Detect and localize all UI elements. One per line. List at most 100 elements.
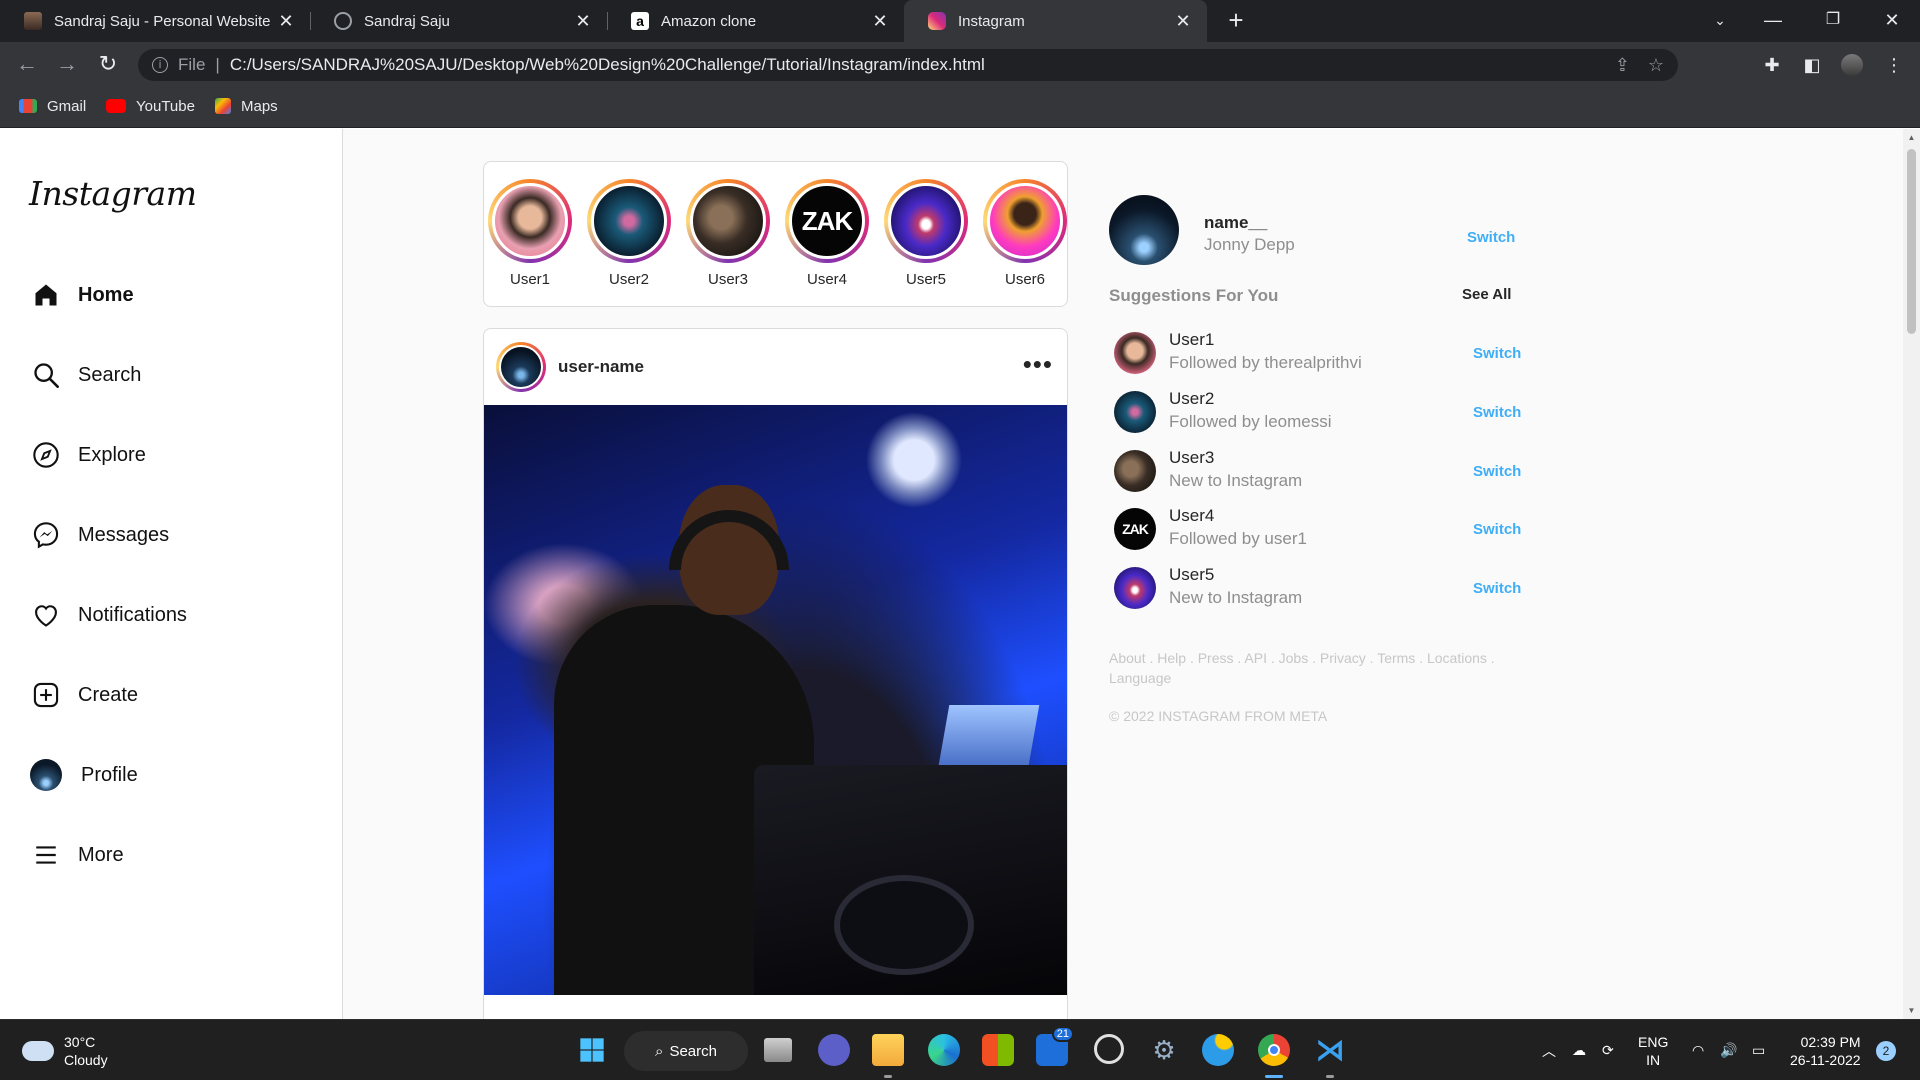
close-icon[interactable]: ✕ xyxy=(276,11,296,31)
chrome-icon[interactable] xyxy=(1258,1034,1290,1066)
profile-avatar[interactable] xyxy=(1838,51,1866,79)
clock[interactable]: 02:39 PM 26-11-2022 xyxy=(1790,1020,1861,1080)
youtube-icon xyxy=(106,99,126,113)
suggestion-name[interactable]: User1 xyxy=(1169,330,1214,350)
tab-personal-website[interactable]: Sandraj Saju - Personal Website ✕ xyxy=(0,0,311,42)
suggestion-row[interactable]: User3 New to Instagram Switch xyxy=(1114,445,1521,493)
tab-search-chevron-icon[interactable]: ⌄ xyxy=(1692,0,1748,42)
sidebar-item-explore[interactable]: Explore xyxy=(30,435,146,475)
task-view-icon[interactable] xyxy=(764,1038,792,1062)
bookmark-youtube[interactable]: YouTube xyxy=(106,88,195,124)
file-explorer-icon[interactable] xyxy=(872,1034,904,1066)
onedrive-cloud-icon[interactable]: ☁ xyxy=(1572,1020,1586,1080)
suggestion-switch-button[interactable]: Switch xyxy=(1473,404,1521,421)
battery-icon[interactable]: ▭ xyxy=(1752,1020,1765,1080)
scroll-down-arrow-icon[interactable]: ▼ xyxy=(1907,1006,1916,1015)
sidebar-item-profile[interactable]: Profile xyxy=(30,755,138,795)
star-icon[interactable]: ☆ xyxy=(1648,49,1664,81)
suggestion-row[interactable]: User2 Followed by leomessi Switch xyxy=(1114,386,1521,434)
avatar xyxy=(1114,332,1156,374)
tray-overflow-chevron-icon[interactable]: ︿ xyxy=(1542,1020,1556,1080)
story-item[interactable]: ZAK User4 xyxy=(784,179,870,288)
reload-button[interactable]: ↻ xyxy=(94,51,122,79)
vscode-icon[interactable]: ⋊ xyxy=(1314,1034,1346,1067)
sidebar-item-notifications[interactable]: Notifications xyxy=(30,595,187,635)
suggestion-name[interactable]: User5 xyxy=(1169,565,1214,585)
close-icon[interactable]: ✕ xyxy=(870,11,890,31)
bookmark-gmail[interactable]: Gmail xyxy=(19,88,86,124)
page-scrollbar[interactable]: ▲ ▼ xyxy=(1903,129,1920,1019)
notification-center[interactable]: 2 xyxy=(1876,1020,1896,1080)
story-item[interactable]: User6 xyxy=(982,179,1068,288)
tab-instagram[interactable]: Instagram ✕ xyxy=(904,0,1207,42)
instagram-logo[interactable]: Instagram xyxy=(29,174,197,213)
suggestion-row[interactable]: ZAK User4 Followed by user1 Switch xyxy=(1114,503,1521,551)
more-options-icon[interactable]: ••• xyxy=(1023,349,1053,380)
minimize-button[interactable]: — xyxy=(1745,0,1801,42)
gmail-icon xyxy=(19,99,37,113)
story-item[interactable]: User1 xyxy=(487,179,573,288)
avatar[interactable] xyxy=(1109,195,1179,265)
sidebar-item-create[interactable]: Create xyxy=(30,675,138,715)
weather-widget[interactable]: 30°C Cloudy xyxy=(22,1020,108,1080)
sidebar-item-more[interactable]: More xyxy=(30,835,124,875)
microsoft-store-icon[interactable] xyxy=(982,1034,1014,1066)
settings-gear-icon[interactable]: ⚙ xyxy=(1148,1034,1180,1066)
kebab-menu-icon[interactable]: ⋮ xyxy=(1880,51,1908,79)
scroll-up-arrow-icon[interactable]: ▲ xyxy=(1907,133,1916,142)
bookmark-maps[interactable]: Maps xyxy=(215,88,278,124)
story-item[interactable]: User2 xyxy=(586,179,672,288)
sidebar-item-search[interactable]: Search xyxy=(30,355,141,395)
side-panel-icon[interactable]: ◧ xyxy=(1798,51,1826,79)
teams-chat-icon[interactable] xyxy=(818,1034,850,1066)
suggestion-name[interactable]: User4 xyxy=(1169,506,1214,526)
sidebar-item-home[interactable]: Home xyxy=(30,275,134,315)
story-item[interactable]: User3 xyxy=(685,179,771,288)
extensions-icon[interactable]: ✚ xyxy=(1758,51,1786,79)
suggestion-name[interactable]: User2 xyxy=(1169,389,1214,409)
switch-account-button[interactable]: Switch xyxy=(1467,229,1515,246)
volume-icon[interactable]: 🔊 xyxy=(1720,1020,1737,1080)
mail-icon[interactable]: 21 xyxy=(1036,1026,1074,1066)
back-button[interactable]: ← xyxy=(13,51,41,79)
see-all-button[interactable]: See All xyxy=(1462,286,1511,303)
github-desktop-icon[interactable] xyxy=(1094,1034,1124,1064)
taskbar-search[interactable]: ⌕ Search xyxy=(624,1031,748,1071)
edge-icon[interactable] xyxy=(928,1034,960,1066)
bookmark-label: YouTube xyxy=(136,97,195,115)
wifi-icon[interactable]: ◠ xyxy=(1692,1020,1704,1080)
suggestion-row[interactable]: User1 Followed by therealprithvi Switch xyxy=(1114,327,1521,375)
tab-amazon-clone[interactable]: a Amazon clone ✕ xyxy=(607,0,904,42)
sync-icon[interactable]: ⟳ xyxy=(1602,1020,1614,1080)
post-image[interactable] xyxy=(484,405,1067,995)
address-bar[interactable]: i File | C:/Users/SANDRAJ%20SAJU/Desktop… xyxy=(138,49,1678,81)
close-icon[interactable]: ✕ xyxy=(1173,11,1193,31)
suggestion-switch-button[interactable]: Switch xyxy=(1473,580,1521,597)
tab-favicon-photo xyxy=(24,12,42,30)
footer-links[interactable]: About . Help . Press . API . Jobs . Priv… xyxy=(1109,648,1519,688)
suggestion-name[interactable]: User3 xyxy=(1169,448,1214,468)
window-close-button[interactable]: ✕ xyxy=(1864,0,1920,42)
search-icon: ⌕ xyxy=(655,1042,664,1060)
forward-button[interactable]: → xyxy=(53,51,81,79)
windows-start-icon[interactable] xyxy=(576,1034,608,1066)
suggestion-row[interactable]: User5 New to Instagram Switch xyxy=(1114,562,1521,610)
current-username[interactable]: name__ xyxy=(1204,213,1267,233)
url-text[interactable]: C:/Users/SANDRAJ%20SAJU/Desktop/Web%20De… xyxy=(230,55,985,75)
onenote-sticky-icon[interactable] xyxy=(1202,1034,1234,1066)
language-indicator[interactable]: ENG IN xyxy=(1638,1020,1668,1080)
suggestion-switch-button[interactable]: Switch xyxy=(1473,463,1521,480)
info-icon[interactable]: i xyxy=(152,57,168,73)
scrollbar-thumb[interactable] xyxy=(1907,149,1916,334)
post-username[interactable]: user-name xyxy=(558,357,644,377)
restore-button[interactable]: ❐ xyxy=(1805,0,1861,42)
suggestion-switch-button[interactable]: Switch xyxy=(1473,345,1521,362)
suggestion-switch-button[interactable]: Switch xyxy=(1473,521,1521,538)
close-icon[interactable]: ✕ xyxy=(573,11,593,31)
post-avatar[interactable] xyxy=(496,342,546,392)
story-item[interactable]: User5 xyxy=(883,179,969,288)
sidebar-item-messages[interactable]: Messages xyxy=(30,515,169,555)
share-icon[interactable]: ⇪ xyxy=(1615,49,1630,81)
new-tab-button[interactable]: + xyxy=(1222,7,1250,35)
tab-sandraj-saju[interactable]: Sandraj Saju ✕ xyxy=(310,0,608,42)
